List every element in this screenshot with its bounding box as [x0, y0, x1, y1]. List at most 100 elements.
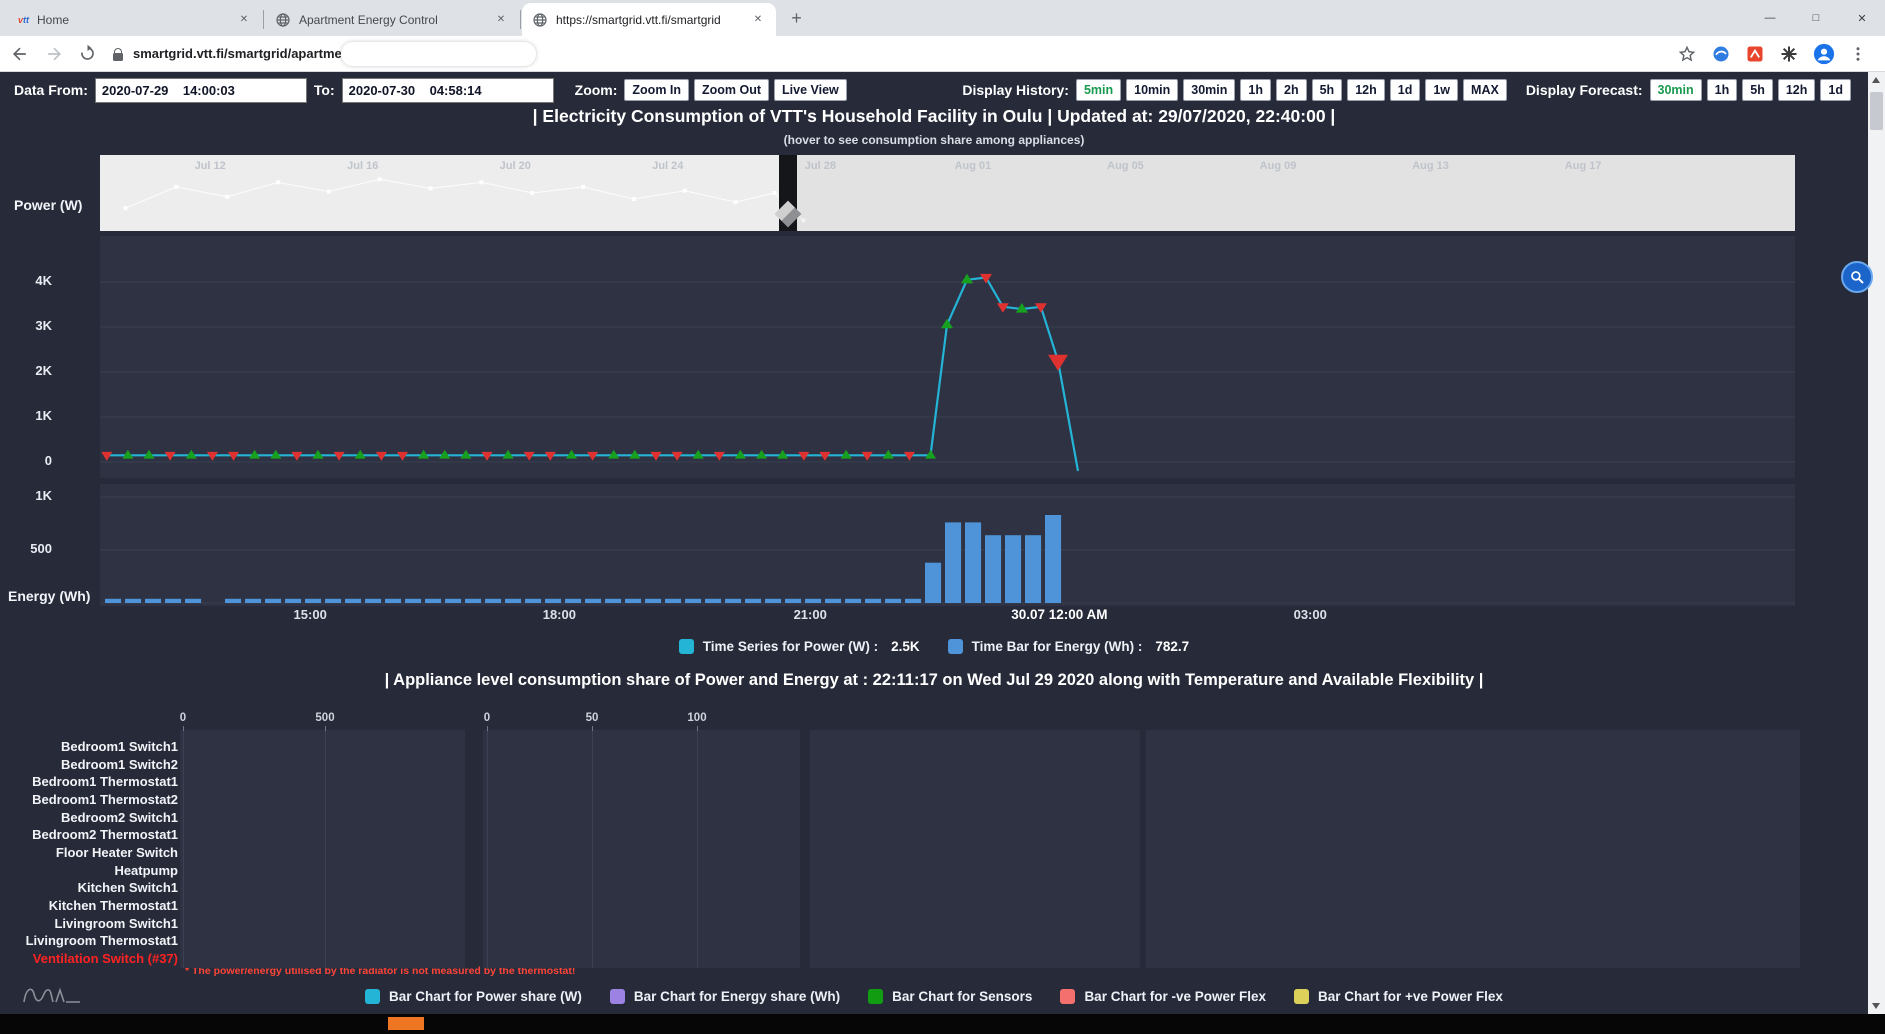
tab-title: Apartment Energy Control — [299, 13, 485, 27]
vtt-favicon: vtt — [18, 15, 29, 25]
appliance-label: Bedroom2 Switch1 — [0, 810, 178, 825]
navigator-date-label: Aug 09 — [1260, 160, 1297, 172]
browser-window: vttHome✕Apartment Energy Control✕https:/… — [0, 0, 1885, 1034]
panel-axis-tick — [697, 726, 698, 731]
sensors-panel — [810, 730, 1140, 968]
power-y-tick: 2K — [0, 363, 52, 378]
extension-pinwheel-icon[interactable] — [1779, 44, 1799, 64]
section-title: | Appliance level consumption share of P… — [0, 671, 1868, 690]
forecast-12h-button[interactable]: 12h — [1778, 79, 1816, 101]
appliance-label: Bedroom1 Thermostat1 — [0, 774, 178, 789]
scroll-up-icon[interactable] — [1872, 77, 1880, 83]
legend-item: Bar Chart for +ve Power Flex — [1294, 989, 1503, 1004]
forecast-30min-button[interactable]: 30min — [1650, 79, 1702, 101]
energy-bar — [665, 599, 681, 603]
zoom-live-view-button[interactable]: Live View — [774, 79, 847, 101]
time-axis-tick: 03:00 — [1294, 607, 1327, 622]
chart-zoom-button[interactable] — [1841, 261, 1873, 293]
history-max-button[interactable]: MAX — [1463, 79, 1507, 101]
time-axis-tick: 15:00 — [294, 607, 327, 622]
energy-bar — [365, 599, 381, 603]
profile-avatar-icon[interactable] — [1813, 43, 1835, 65]
history-1h-button[interactable]: 1h — [1240, 79, 1271, 101]
chart-navigator[interactable]: Jul 12Jul 16Jul 20Jul 24Jul 28Aug 01Aug … — [100, 155, 1795, 231]
data-from-input[interactable] — [95, 78, 307, 103]
legend-swatch-icon — [610, 989, 625, 1004]
to-label: To: — [314, 82, 335, 98]
energy-bar — [185, 599, 201, 603]
page-scrollbar[interactable] — [1868, 72, 1885, 1014]
extension-blue-icon[interactable] — [1711, 44, 1731, 64]
panel-gridline — [325, 730, 326, 968]
appliance-label: Bedroom1 Switch2 — [0, 757, 178, 772]
display-history-label: Display History: — [962, 82, 1069, 98]
navigator-handle[interactable] — [779, 155, 797, 231]
taskbar-orange-item — [388, 1017, 424, 1030]
page-title: | Electricity Consumption of VTT's House… — [0, 106, 1868, 127]
energy-time-bar-chart — [100, 484, 1795, 606]
appliance-label: Bedroom1 Thermostat2 — [0, 792, 178, 807]
energy-bar — [425, 599, 441, 603]
energy-bar — [125, 599, 141, 603]
energy-bar — [465, 599, 481, 603]
legend-value: 2.5K — [891, 639, 920, 654]
legend-label: Bar Chart for -ve Power Flex — [1084, 989, 1266, 1004]
reload-icon[interactable] — [78, 44, 97, 63]
history-2h-button[interactable]: 2h — [1276, 79, 1307, 101]
power-time-series-chart — [100, 236, 1795, 478]
history-12h-button[interactable]: 12h — [1347, 79, 1385, 101]
history-5min-button[interactable]: 5min — [1076, 79, 1121, 101]
navigator-date-label: Jul 16 — [347, 160, 378, 172]
history-1w-button[interactable]: 1w — [1425, 79, 1458, 101]
energy-bar — [525, 599, 541, 603]
forecast-5h-button[interactable]: 5h — [1742, 79, 1773, 101]
menu-kebab-icon[interactable] — [1849, 45, 1867, 63]
browser-tab-3[interactable]: https://smartgrid.vtt.fi/smartgrid✕ — [522, 3, 776, 36]
url-field[interactable]: smartgrid.vtt.fi/smartgrid/apartment/co — [109, 40, 1669, 68]
bookmark-star-icon[interactable] — [1677, 44, 1697, 64]
back-icon[interactable] — [10, 44, 30, 64]
globe-favicon — [532, 12, 548, 28]
history-30min-button[interactable]: 30min — [1183, 79, 1235, 101]
history-5h-button[interactable]: 5h — [1312, 79, 1343, 101]
data-to-input[interactable] — [342, 78, 554, 103]
window-maximize-button[interactable]: □ — [1793, 0, 1839, 36]
browser-tab-2[interactable]: Apartment Energy Control ✕ — [265, 3, 519, 36]
zoom-zoom-out-button[interactable]: Zoom Out — [694, 79, 769, 101]
zoom-zoom-in-button[interactable]: Zoom In — [624, 79, 689, 101]
energy-y-tick: 1K — [0, 488, 52, 503]
energy-bar — [325, 599, 341, 603]
new-tab-button[interactable]: + — [784, 6, 809, 31]
energy-bar — [1025, 535, 1041, 603]
forecast-1d-button[interactable]: 1d — [1820, 79, 1851, 101]
tab-close-icon[interactable]: ✕ — [236, 12, 252, 28]
forecast-1h-button[interactable]: 1h — [1707, 79, 1738, 101]
legend-label: Bar Chart for Energy share (Wh) — [634, 989, 840, 1004]
navigator-date-label: Aug 17 — [1565, 160, 1602, 172]
legend-label: Bar Chart for Sensors — [892, 989, 1032, 1004]
browser-tab-1[interactable]: vttHome✕ — [8, 3, 262, 36]
history-1d-button[interactable]: 1d — [1390, 79, 1421, 101]
browser-tab-strip: vttHome✕Apartment Energy Control✕https:/… — [0, 0, 1885, 36]
tab-close-icon[interactable]: ✕ — [750, 12, 766, 28]
tab-close-icon[interactable]: ✕ — [493, 12, 509, 28]
legend-item[interactable]: Time Bar for Energy (Wh) :782.7 — [948, 639, 1190, 654]
scroll-down-icon[interactable] — [1872, 1003, 1880, 1009]
time-axis-tick: 30.07 12:00 AM — [1011, 607, 1107, 622]
tab-divider — [520, 10, 521, 29]
energy-bar — [385, 599, 401, 603]
forward-icon[interactable] — [44, 44, 64, 64]
energy-bar — [745, 599, 761, 603]
legend-item[interactable]: Time Series for Power (W) :2.5K — [679, 639, 920, 654]
window-minimize-button[interactable]: — — [1747, 0, 1793, 36]
energy-bar — [645, 599, 661, 603]
extension-red-icon[interactable] — [1745, 44, 1765, 64]
legend-label: Bar Chart for Power share (W) — [389, 989, 582, 1004]
legend-swatch-icon — [365, 989, 380, 1004]
vtt-signature-logo — [20, 976, 86, 1010]
history-10min-button[interactable]: 10min — [1126, 79, 1178, 101]
scrollbar-thumb[interactable] — [1870, 92, 1883, 130]
window-close-button[interactable]: ✕ — [1839, 0, 1885, 36]
power-share-panel — [180, 730, 465, 968]
energy-bar — [505, 599, 521, 603]
